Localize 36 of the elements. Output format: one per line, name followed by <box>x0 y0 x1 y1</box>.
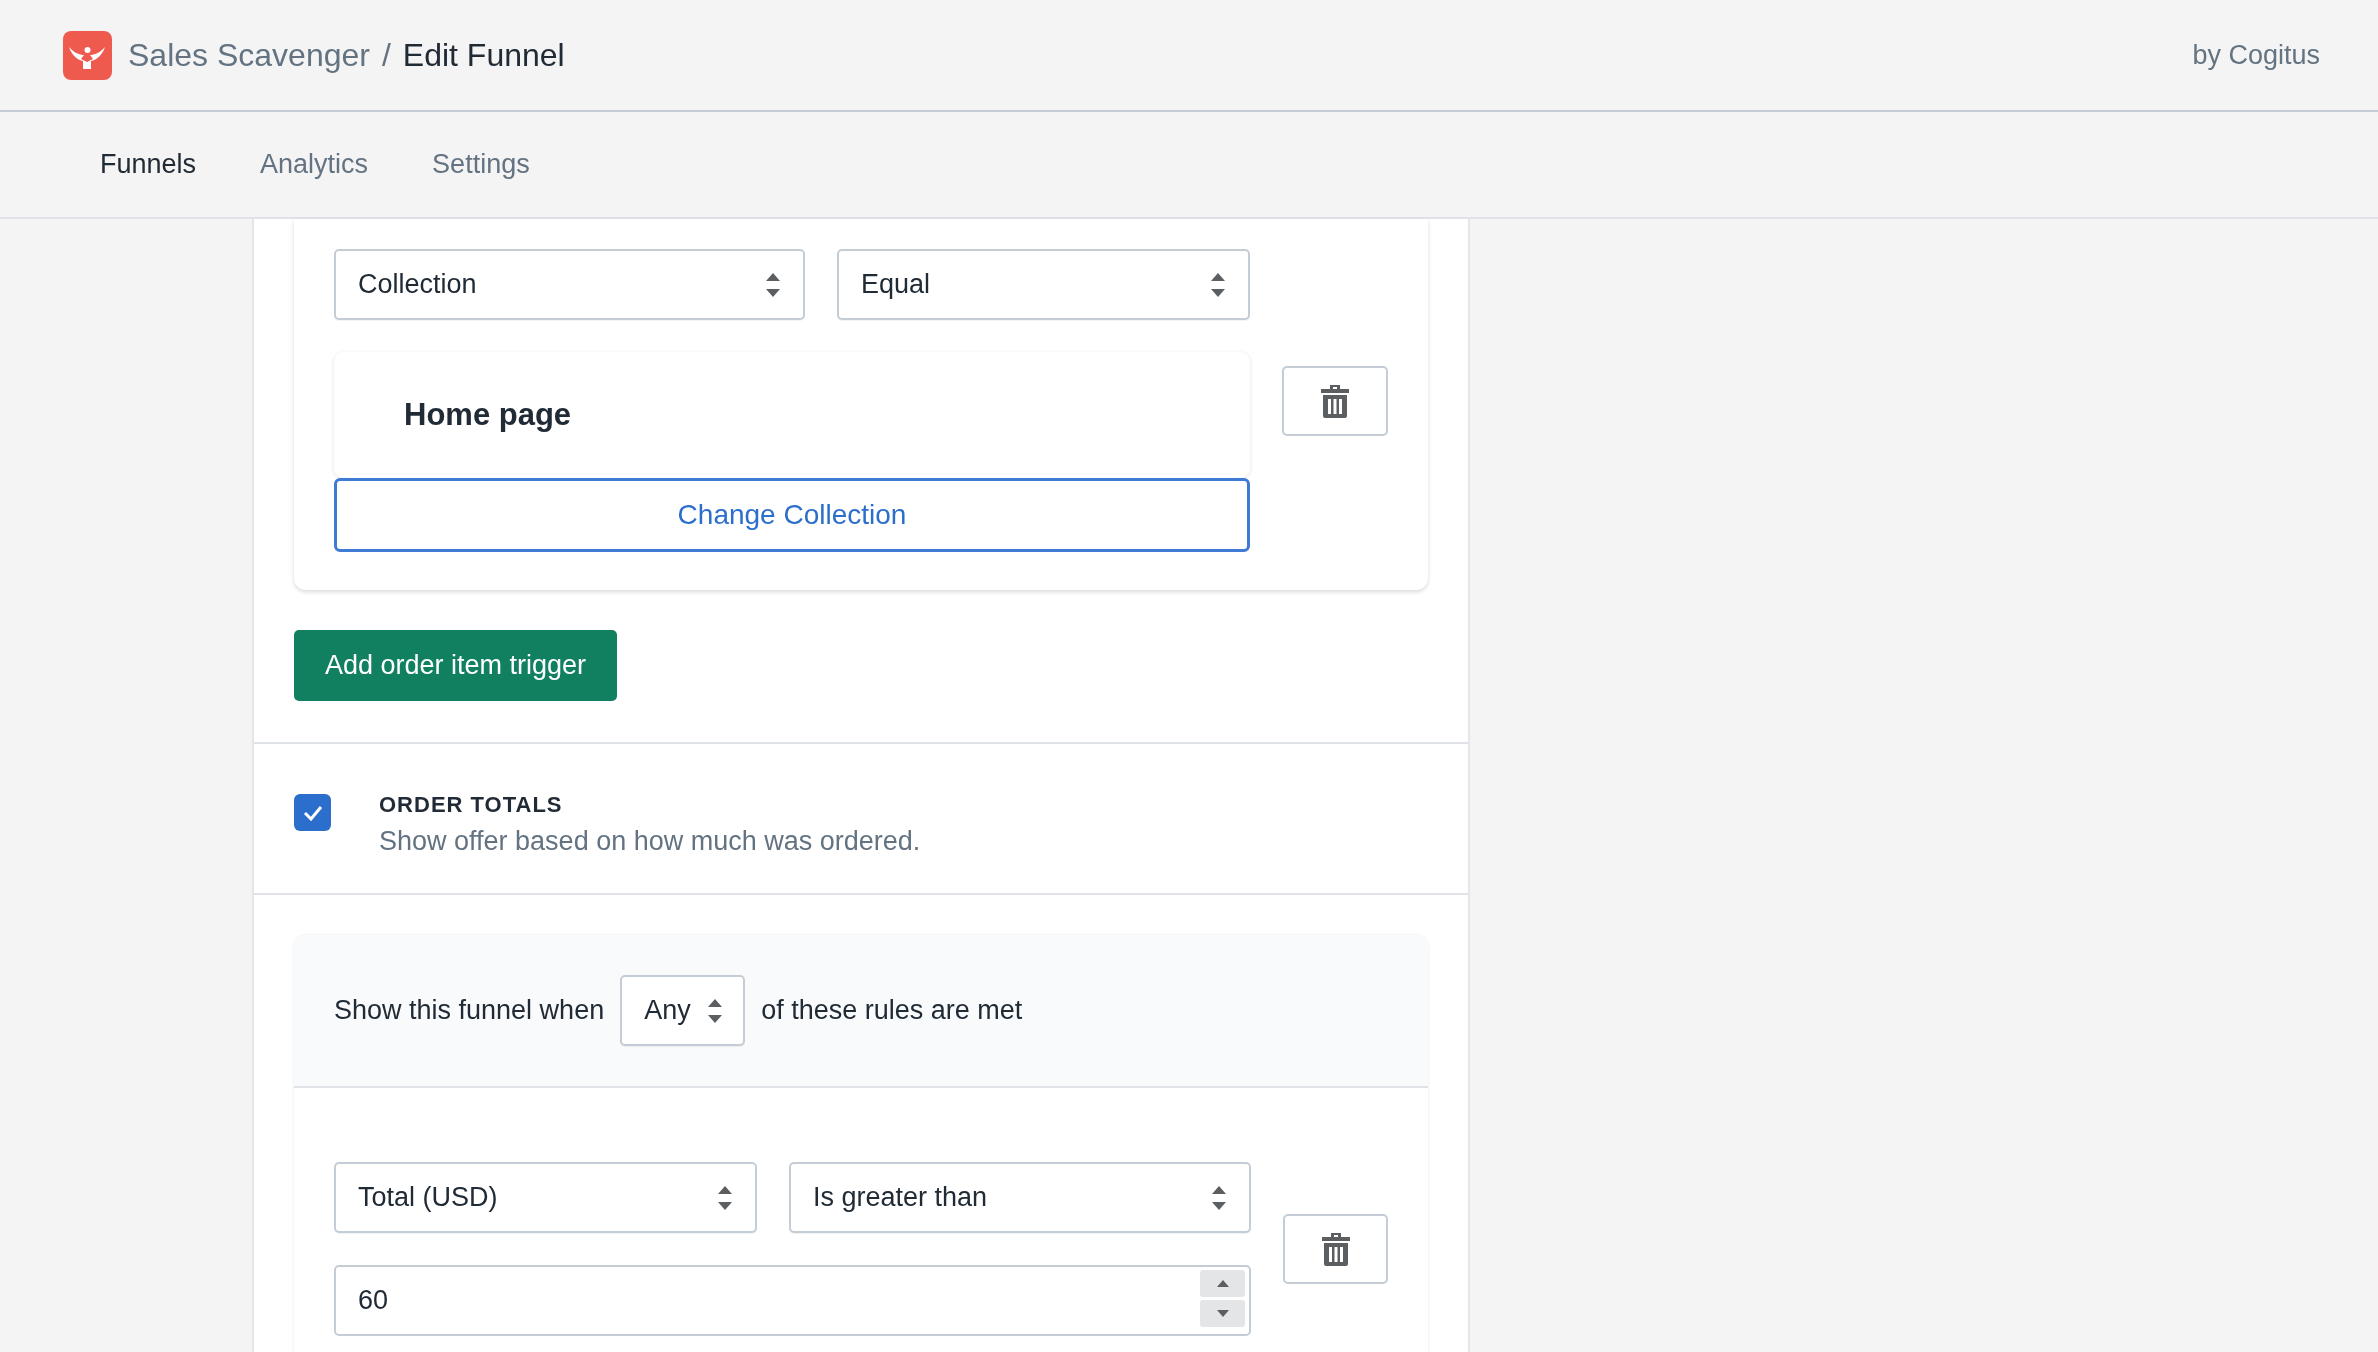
collection-title: Home page <box>404 397 572 433</box>
rule-suffix-text: of these rules are met <box>761 995 1023 1026</box>
nav-tab[interactable]: Settings <box>432 149 530 180</box>
dropdown-select[interactable]: Collection <box>334 249 805 320</box>
trash-icon <box>1320 383 1350 418</box>
select-arrows-icon <box>1211 1184 1227 1211</box>
check-icon <box>302 804 323 821</box>
match-select[interactable]: Any <box>620 975 746 1046</box>
dropdown-select[interactable]: Equal <box>837 249 1250 320</box>
dropdown-select[interactable]: Total (USD) <box>334 1162 757 1233</box>
nav-tab[interactable]: Analytics <box>260 149 369 180</box>
byline: by Cogitus <box>2192 39 2320 71</box>
select-arrows-icon <box>717 1184 733 1211</box>
section-title: ORDER TOTALS <box>379 792 564 818</box>
select-arrows-icon <box>707 997 724 1024</box>
caret-up-icon <box>1216 1280 1229 1287</box>
caret-down-icon <box>1216 1310 1229 1317</box>
section-description: Show offer based on how much was ordered. <box>379 826 921 857</box>
app-logo <box>63 30 112 80</box>
decrement-button[interactable] <box>1200 1300 1245 1327</box>
number-field[interactable]: 60 <box>334 1265 1251 1336</box>
checkbox[interactable] <box>294 794 331 831</box>
breadcrumb-separator: / <box>381 36 391 74</box>
select-arrows-icon <box>1210 271 1226 298</box>
delete-button[interactable] <box>1282 365 1388 436</box>
increment-button[interactable] <box>1200 1270 1245 1297</box>
nav-tab[interactable]: Funnels <box>100 149 197 180</box>
page-title: Edit Funnel <box>402 36 565 74</box>
dropdown-select[interactable]: Is greater than <box>789 1162 1251 1233</box>
app-name[interactable]: Sales Scavenger <box>128 36 370 74</box>
trash-icon <box>1320 1232 1351 1266</box>
delete-button[interactable] <box>1283 1214 1388 1284</box>
rule-prefix-text: Show this funnel when <box>334 995 605 1026</box>
add-trigger-button[interactable]: Add order item trigger <box>294 630 618 701</box>
select-arrows-icon <box>765 271 781 298</box>
change-collection-button[interactable]: Change Collection <box>334 478 1250 552</box>
